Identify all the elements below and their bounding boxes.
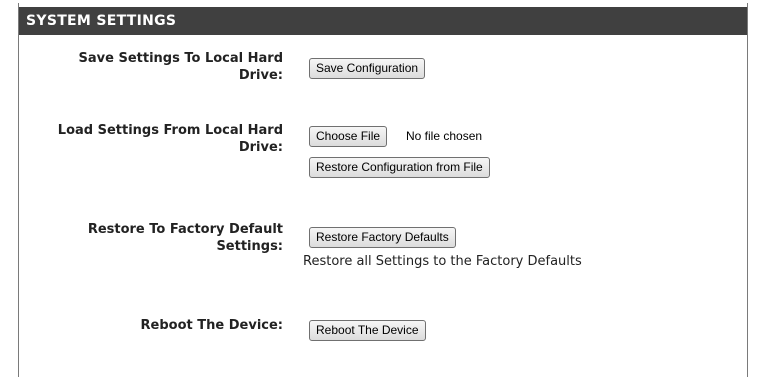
reboot-device-button[interactable]: Reboot The Device [309,320,426,341]
section-title: SYSTEM SETTINGS [19,7,747,35]
save-configuration-button[interactable]: Save Configuration [309,58,426,79]
factory-defaults-note: Restore all Settings to the Factory Defa… [303,254,582,269]
load-settings-label: Load Settings From Local Hard Drive: [57,123,283,155]
file-status-text: No file chosen [406,129,483,143]
save-settings-label: Save Settings To Local Hard Drive: [78,51,283,83]
system-settings-panel: SYSTEM SETTINGS Save Settings To Local H… [18,3,748,377]
restore-configuration-button[interactable]: Restore Configuration from File [309,157,490,178]
factory-defaults-label: Restore To Factory Default Settings: [87,222,283,254]
reboot-device-label: Reboot The Device: [140,318,283,333]
choose-file-button[interactable]: Choose File [309,126,388,147]
restore-factory-defaults-button[interactable]: Restore Factory Defaults [309,227,456,248]
